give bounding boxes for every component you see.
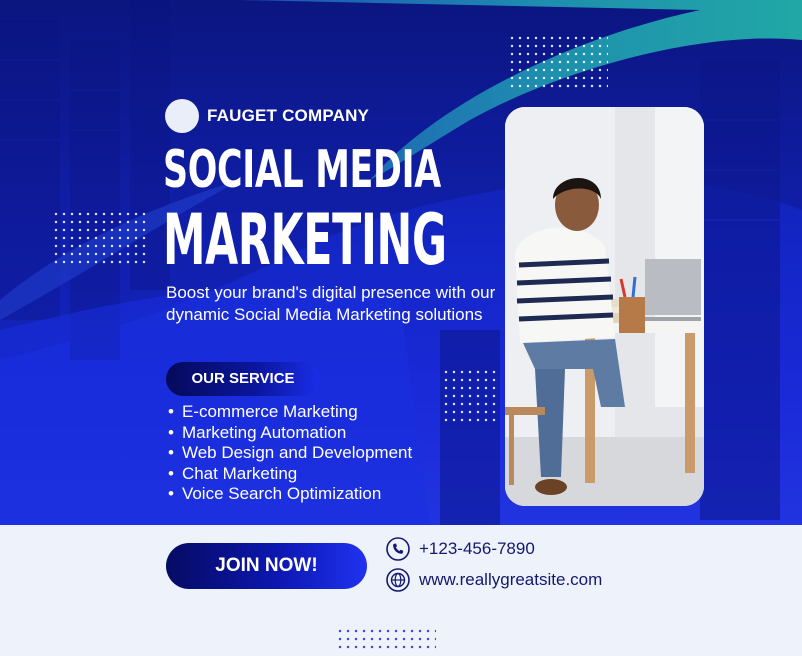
dot-pattern-left <box>52 210 148 266</box>
hero-background: FAUGET COMPANY SOCIAL MEDIA MARKETING Bo… <box>0 0 802 525</box>
service-item: E-commerce Marketing <box>168 402 412 423</box>
globe-icon <box>386 568 410 592</box>
service-item: Marketing Automation <box>168 423 412 444</box>
company-logo-row: FAUGET COMPANY <box>165 99 369 133</box>
phone-icon <box>386 537 410 561</box>
contact-phone: +123-456-7890 <box>386 537 535 561</box>
company-name: FAUGET COMPANY <box>207 106 370 125</box>
flyer: FAUGET COMPANY SOCIAL MEDIA MARKETING Bo… <box>0 0 802 656</box>
logo-circle-icon <box>165 99 199 133</box>
headline-line-2: MARKETING <box>163 199 447 281</box>
photo-illustration <box>505 107 704 506</box>
headline-line-1: SOCIAL MEDIA <box>163 140 441 200</box>
dot-pattern-bottom <box>336 627 436 653</box>
service-item: Voice Search Optimization <box>168 484 412 505</box>
dot-pattern-top <box>508 34 608 88</box>
service-item: Chat Marketing <box>168 464 412 485</box>
service-item: Web Design and Development <box>168 443 412 464</box>
description-text: Boost your brand's digital presence with… <box>166 283 496 324</box>
contact-website: www.reallygreatsite.com <box>386 568 602 592</box>
our-service-badge: OUR SERVICE <box>166 362 320 396</box>
join-now-button[interactable]: JOIN NOW! <box>166 543 367 589</box>
phone-number: +123-456-7890 <box>419 539 535 558</box>
dot-pattern-mid <box>442 368 498 424</box>
woman-at-laptop-photo <box>505 107 704 506</box>
service-list: E-commerce Marketing Marketing Automatio… <box>168 402 412 505</box>
website-url[interactable]: www.reallygreatsite.com <box>419 570 602 590</box>
